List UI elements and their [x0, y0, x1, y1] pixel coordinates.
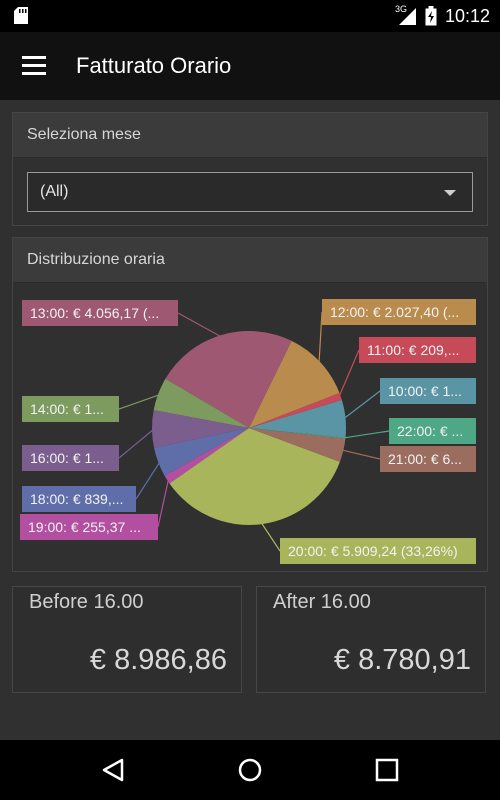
status-bar: 3G 10:12	[0, 0, 500, 32]
slice-connector	[318, 311, 323, 364]
slice-label-text: 12:00: € 2.027,40 (...	[330, 304, 459, 320]
slice-label: 19:00: € 255,37 ...	[20, 514, 158, 540]
before-16-card: Before 16.00 € 8.986,86	[12, 586, 242, 693]
slice-label: 11:00: € 209,...	[359, 337, 476, 363]
app-bar: Fatturato Orario	[0, 32, 500, 100]
slice-label: 21:00: € 6...	[380, 446, 476, 472]
page-title: Fatturato Orario	[76, 53, 232, 78]
slice-label: 22:00: € ...	[389, 418, 476, 444]
sd-card-icon	[14, 7, 28, 24]
slice-label-text: 19:00: € 255,37 ...	[28, 519, 141, 535]
after-16-label: After 16.00	[273, 591, 371, 613]
slice-label-text: 21:00: € 6...	[388, 451, 462, 467]
slice-connector	[118, 428, 155, 459]
before-16-label: Before 16.00	[29, 591, 144, 613]
slice-connector	[135, 461, 161, 500]
slice-label-text: 18:00: € 839,...	[30, 491, 123, 507]
home-circle-icon[interactable]	[230, 752, 270, 788]
hamburger-menu-icon[interactable]	[16, 50, 52, 82]
month-filter-header: Seleziona mese	[13, 113, 487, 158]
slice-label: 14:00: € 1...	[22, 396, 119, 422]
before-16-value: € 8.986,86	[89, 644, 227, 676]
slice-label: 13:00: € 4.056,17 (...	[22, 300, 178, 326]
after-16-card: After 16.00 € 8.780,91	[256, 586, 486, 693]
slice-label-text: 14:00: € 1...	[30, 401, 104, 417]
month-filter-card: Seleziona mese (All)	[12, 112, 488, 226]
month-select-value: (All)	[40, 183, 69, 200]
slice-connector	[341, 449, 381, 460]
slice-label-text: 11:00: € 209,...	[367, 342, 459, 358]
slice-label-text: 22:00: € ...	[397, 423, 463, 439]
signal-icon: 3G	[395, 4, 417, 26]
battery-icon	[425, 6, 437, 26]
month-filter-label: Seleziona mese	[27, 126, 141, 143]
slice-connector	[118, 394, 161, 410]
slice-label: 20:00: € 5.909,24 (33,26%)	[280, 538, 476, 564]
slice-label-text: 13:00: € 4.056,17 (...	[30, 305, 159, 321]
after-16-value: € 8.780,91	[333, 644, 471, 676]
recents-square-icon[interactable]	[367, 752, 407, 788]
slice-label: 10:00: € 1...	[380, 378, 476, 404]
back-triangle-icon[interactable]	[94, 752, 134, 788]
month-select[interactable]: (All)	[27, 172, 473, 212]
navigation-bar	[0, 740, 500, 800]
slice-label-text: 16:00: € 1...	[30, 450, 104, 466]
month-filter-body: (All)	[13, 158, 487, 225]
slice-connector	[177, 312, 222, 338]
slice-label: 16:00: € 1...	[22, 445, 119, 471]
pie-chart: 10:00: € 1... 11:00: € 209,... 12:00: € 2.…	[20, 299, 476, 564]
slice-connector	[343, 430, 390, 439]
status-time: 10:12	[444, 5, 490, 26]
slice-connector	[157, 478, 170, 528]
slice-label-text: 10:00: € 1...	[388, 383, 462, 399]
slice-label-text: 20:00: € 5.909,24 (33,26%)	[288, 543, 458, 559]
slice-connector	[260, 521, 281, 552]
distribution-card: Distribuzione oraria 10:00: € 1... 11:00:…	[12, 237, 488, 572]
slice-label: 12:00: € 2.027,40 (...	[322, 299, 476, 325]
slice-label: 18:00: € 839,...	[22, 486, 136, 512]
dropdown-arrow-icon	[444, 190, 456, 196]
slice-connector	[338, 349, 360, 398]
slice-connector	[343, 390, 381, 420]
